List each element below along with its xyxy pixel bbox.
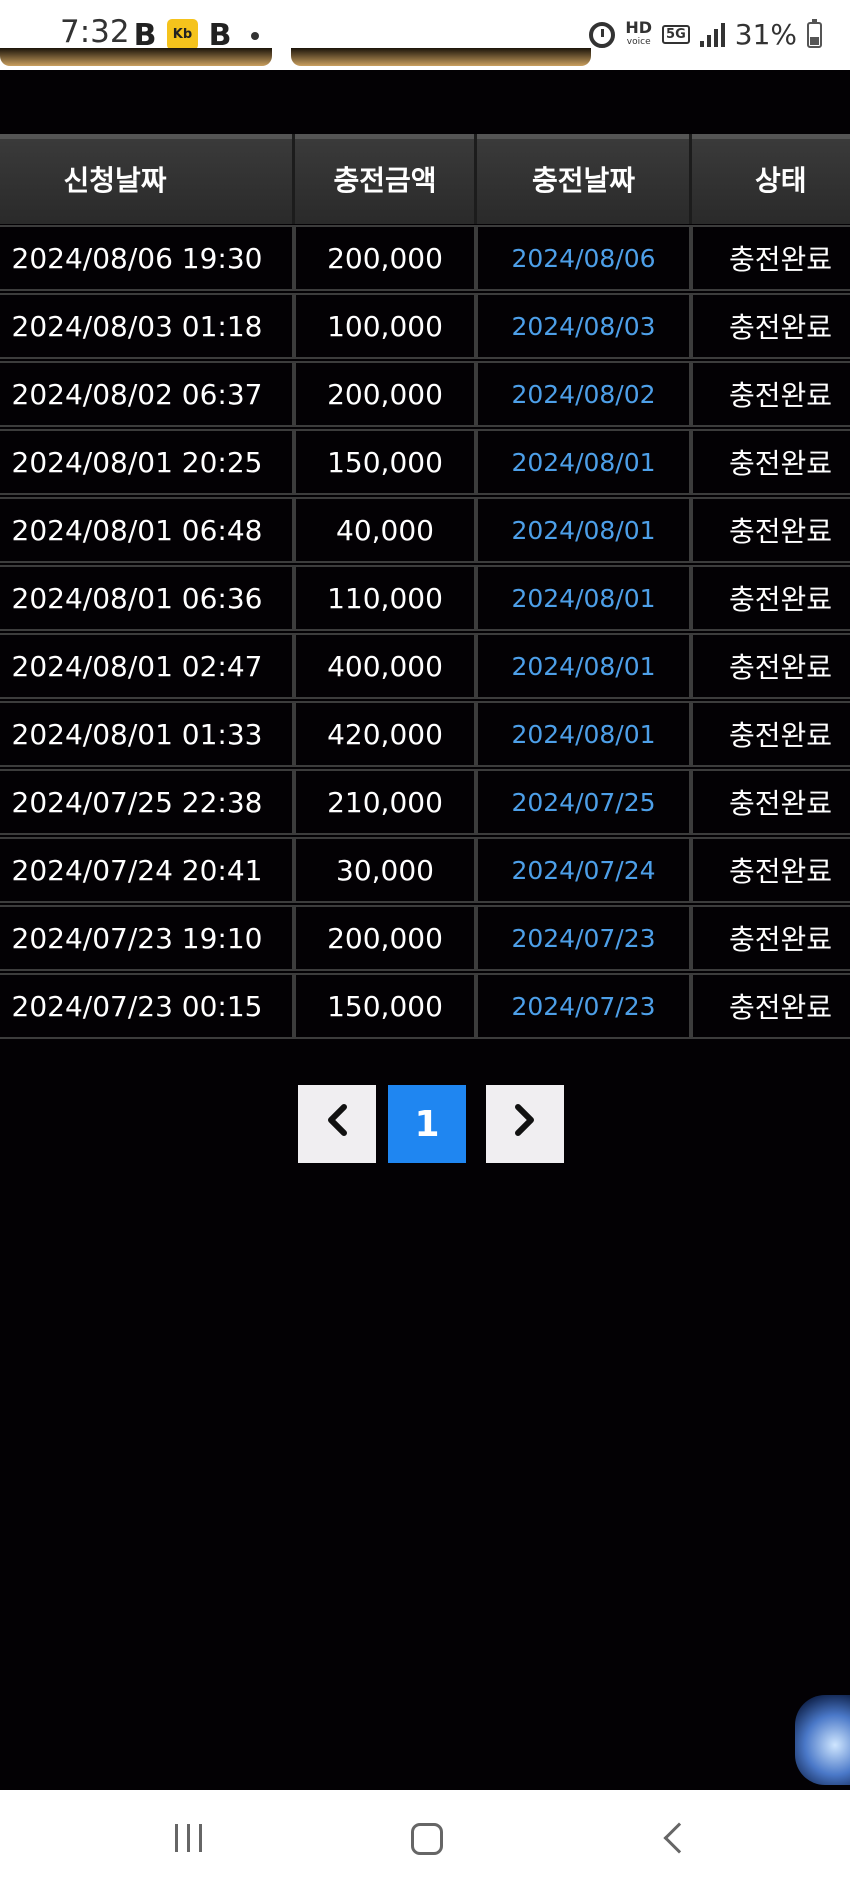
header-request-date: 신청날짜 [63,164,167,197]
cell-status: 충전완료 [691,701,850,767]
chevron-right-icon [512,1103,538,1146]
hd-voice-icon: HD voice [625,17,653,47]
table-row: 2024/07/24 20:41 30,000 2024/07/24 충전완료 [0,837,850,905]
cell-request-date: 2024/07/25 22:38 [0,769,294,835]
cell-amount: 200,000 [294,225,476,291]
cell-status: 충전완료 [691,293,850,359]
table-row: 2024/08/01 06:48 40,000 2024/08/01 충전완료 [0,497,850,565]
table-row: 2024/07/23 19:10 200,000 2024/07/23 충전완료 [0,905,850,973]
cell-status: 충전완료 [691,565,850,631]
header-charge-amount: 충전금액 [333,164,437,197]
next-page-button[interactable] [486,1085,564,1163]
cell-request-date: 2024/07/24 20:41 [0,837,294,903]
cell-request-date: 2024/08/01 20:25 [0,429,294,495]
network-5g-icon: 5G [662,25,690,44]
cell-charge-date[interactable]: 2024/08/06 [476,225,691,291]
cell-charge-date[interactable]: 2024/08/01 [476,429,691,495]
cell-status: 충전완료 [691,973,850,1039]
app-b-icon-2: B [208,17,232,53]
cell-amount: 200,000 [294,905,476,971]
app-b-icon: B [133,17,157,53]
signal-icon [699,22,725,47]
cell-charge-date[interactable]: 2024/08/02 [476,361,691,427]
alarm-icon [589,21,616,48]
prev-page-button[interactable] [298,1085,376,1163]
cell-charge-date[interactable]: 2024/07/23 [476,973,691,1039]
cell-amount: 400,000 [294,633,476,699]
table-row: 2024/08/01 01:33 420,000 2024/08/01 충전완료 [0,701,850,769]
cell-amount: 30,000 [294,837,476,903]
cell-charge-date[interactable]: 2024/08/01 [476,633,691,699]
cell-request-date: 2024/08/01 06:36 [0,565,294,631]
cell-charge-date[interactable]: 2024/08/01 [476,565,691,631]
cell-status: 충전완료 [691,225,850,291]
kb-app-icon: Kb [167,19,198,50]
cell-charge-date[interactable]: 2024/07/25 [476,769,691,835]
cell-amount: 150,000 [294,429,476,495]
cell-charge-date[interactable]: 2024/07/23 [476,905,691,971]
cell-charge-date[interactable]: 2024/08/01 [476,701,691,767]
cell-status: 충전완료 [691,429,850,495]
cell-request-date: 2024/07/23 19:10 [0,905,294,971]
cell-amount: 210,000 [294,769,476,835]
page-1-button[interactable]: 1 [388,1085,466,1163]
cell-request-date: 2024/08/01 02:47 [0,633,294,699]
cell-status: 충전완료 [691,497,850,563]
cell-request-date: 2024/07/23 00:15 [0,973,294,1039]
cell-status: 충전완료 [691,837,850,903]
table-row: 2024/08/03 01:18 100,000 2024/08/03 충전완료 [0,293,850,361]
table-row: 2024/07/25 22:38 210,000 2024/07/25 충전완료 [0,769,850,837]
cell-status: 충전완료 [691,769,850,835]
cell-charge-date[interactable]: 2024/08/03 [476,293,691,359]
top-tab-button-2[interactable] [291,48,591,66]
home-icon[interactable] [411,1823,443,1855]
cell-charge-date[interactable]: 2024/08/01 [476,497,691,563]
table-row: 2024/08/02 06:37 200,000 2024/08/02 충전완료 [0,361,850,429]
cell-amount: 200,000 [294,361,476,427]
cell-request-date: 2024/08/01 01:33 [0,701,294,767]
cell-status: 충전완료 [691,361,850,427]
floating-chat-widget[interactable] [795,1695,850,1785]
table-row: 2024/08/06 19:30 200,000 2024/08/06 충전완료 [0,225,850,293]
header-charge-date: 충전날짜 [531,164,636,197]
cell-charge-date[interactable]: 2024/07/24 [476,837,691,903]
cell-amount: 420,000 [294,701,476,767]
chevron-left-icon [324,1103,350,1146]
cell-amount: 110,000 [294,565,476,631]
back-icon[interactable] [663,1822,695,1854]
cell-status: 충전완료 [691,633,850,699]
battery-icon [807,18,822,48]
notification-dot-icon [251,32,259,40]
cell-amount: 150,000 [294,973,476,1039]
cell-request-date: 2024/08/03 01:18 [0,293,294,359]
cell-request-date: 2024/08/06 19:30 [0,225,294,291]
battery-percent: 31% [734,18,797,51]
cell-amount: 100,000 [294,293,476,359]
table-row: 2024/08/01 06:36 110,000 2024/08/01 충전완료 [0,565,850,633]
table-row: 2024/07/23 00:15 150,000 2024/07/23 충전완료 [0,973,850,1041]
top-tab-button-1[interactable] [0,48,272,66]
table-row: 2024/08/01 20:25 150,000 2024/08/01 충전완료 [0,429,850,497]
cell-amount: 40,000 [294,497,476,563]
cell-request-date: 2024/08/01 06:48 [0,497,294,563]
table-row: 2024/08/01 02:47 400,000 2024/08/01 충전완료 [0,633,850,701]
cell-request-date: 2024/08/02 06:37 [0,361,294,427]
cell-status: 충전완료 [691,905,850,971]
recent-apps-icon[interactable] [175,1824,202,1852]
clock: 7:32 [60,14,130,50]
header-status: 상태 [755,164,807,197]
system-nav-bar [0,1790,850,1889]
